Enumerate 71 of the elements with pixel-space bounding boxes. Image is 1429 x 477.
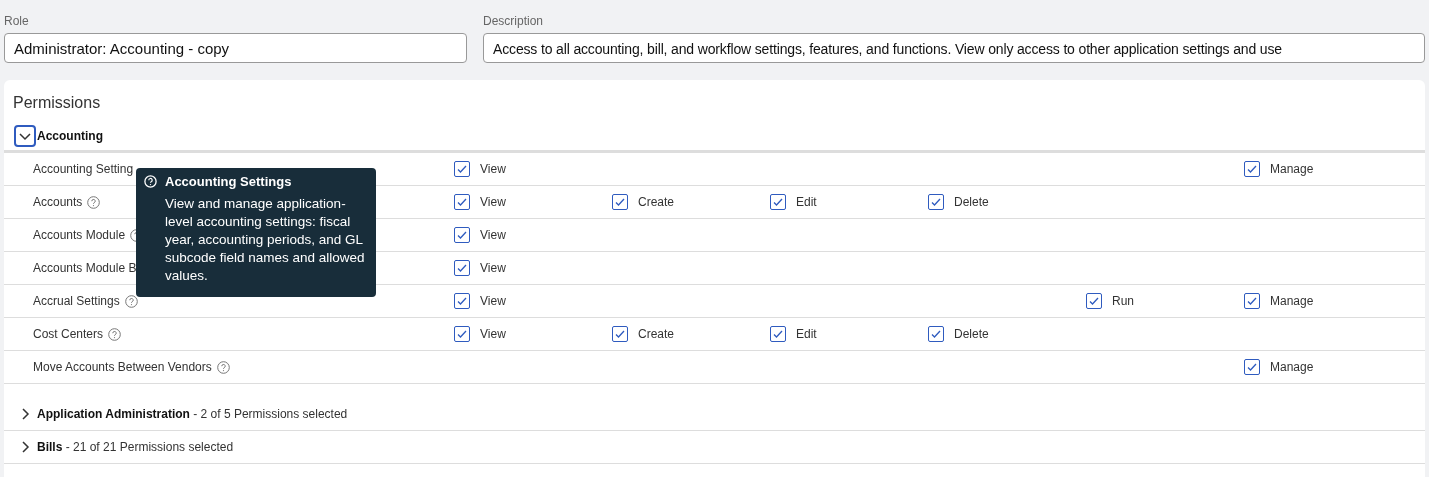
checkbox[interactable] bbox=[454, 161, 470, 177]
permission-label: Accounts bbox=[33, 195, 83, 209]
permission-label: Accrual Settings bbox=[33, 294, 120, 308]
checkbox[interactable] bbox=[454, 293, 470, 309]
checkbox[interactable] bbox=[928, 194, 944, 210]
permission-label: Accounts Module bbox=[33, 228, 126, 242]
checkbox[interactable] bbox=[1086, 293, 1102, 309]
expand-toggle[interactable] bbox=[14, 125, 36, 147]
checkbox-label: Create bbox=[638, 195, 675, 209]
check-icon bbox=[456, 295, 468, 307]
checkbox[interactable] bbox=[454, 260, 470, 276]
section-title: Application Administration - 2 of 5 Permissions selected bbox=[37, 407, 348, 421]
checkbox-label: Manage bbox=[1270, 162, 1314, 176]
role-input[interactable]: Administrator: Accounting - copy bbox=[4, 33, 467, 63]
check-icon bbox=[1088, 295, 1100, 307]
help-icon[interactable] bbox=[124, 294, 138, 308]
permission-label: Accounts Module B bbox=[33, 261, 137, 275]
checkbox[interactable] bbox=[1244, 161, 1260, 177]
checkbox-label: View bbox=[480, 294, 506, 308]
check-icon bbox=[1246, 361, 1258, 373]
check-icon bbox=[930, 196, 942, 208]
checkbox-label: Edit bbox=[796, 195, 817, 209]
check-icon bbox=[1246, 295, 1258, 307]
checkbox-label: View bbox=[480, 261, 506, 275]
help-icon[interactable] bbox=[108, 327, 122, 341]
checkbox[interactable] bbox=[770, 326, 786, 342]
check-icon bbox=[772, 196, 784, 208]
checkbox-label: Create bbox=[638, 327, 675, 341]
checkbox[interactable] bbox=[612, 194, 628, 210]
tooltip-title: Accounting Settings bbox=[165, 174, 292, 189]
section-title: Accounting bbox=[37, 129, 103, 143]
checkbox[interactable] bbox=[454, 194, 470, 210]
help-icon[interactable] bbox=[216, 360, 230, 374]
checkbox[interactable] bbox=[454, 326, 470, 342]
check-icon bbox=[456, 262, 468, 274]
checkbox[interactable] bbox=[928, 326, 944, 342]
checkbox-label: View bbox=[480, 195, 506, 209]
checkbox-label: Run bbox=[1112, 294, 1134, 308]
help-icon[interactable] bbox=[87, 195, 101, 209]
checkbox[interactable] bbox=[454, 227, 470, 243]
checkbox-label: Manage bbox=[1270, 294, 1314, 308]
checkbox-label: View bbox=[480, 228, 506, 242]
checkbox[interactable] bbox=[770, 194, 786, 210]
field-label: Description bbox=[483, 14, 545, 28]
permission-label: Accounting Setting bbox=[33, 162, 134, 176]
check-icon bbox=[772, 328, 784, 340]
help-icon bbox=[144, 175, 157, 188]
check-icon bbox=[614, 328, 626, 340]
checkbox-label: Delete bbox=[954, 327, 989, 341]
checkbox-label: Edit bbox=[796, 327, 817, 341]
checkbox[interactable] bbox=[1244, 359, 1260, 375]
checkbox-label: View bbox=[480, 162, 506, 176]
check-icon bbox=[456, 328, 468, 340]
check-icon bbox=[456, 196, 468, 208]
check-icon bbox=[456, 163, 468, 175]
field-label: Role bbox=[4, 14, 30, 28]
checkbox-label: Delete bbox=[954, 195, 989, 209]
check-icon bbox=[930, 328, 942, 340]
permission-label: Move Accounts Between Vendors bbox=[33, 360, 212, 374]
card-title: Permissions bbox=[12, 93, 102, 113]
permission-label: Cost Centers bbox=[33, 327, 104, 341]
checkbox-label: View bbox=[480, 327, 506, 341]
check-icon bbox=[456, 229, 468, 241]
description-input[interactable]: Access to all accounting, bill, and workflow settings, features, and functions. View only access to other application settings and use bbox=[483, 33, 1425, 63]
checkbox-label: Manage bbox=[1270, 360, 1314, 374]
section-title: Bills - 21 of 21 Permissions selected bbox=[37, 440, 234, 454]
checkbox[interactable] bbox=[612, 326, 628, 342]
tooltip-text: View and manage application-level accounting settings: fiscal year, accounting periods, and GL subcode field names and allowed values. bbox=[165, 195, 366, 285]
checkbox[interactable] bbox=[1244, 293, 1260, 309]
check-icon bbox=[614, 196, 626, 208]
check-icon bbox=[1246, 163, 1258, 175]
